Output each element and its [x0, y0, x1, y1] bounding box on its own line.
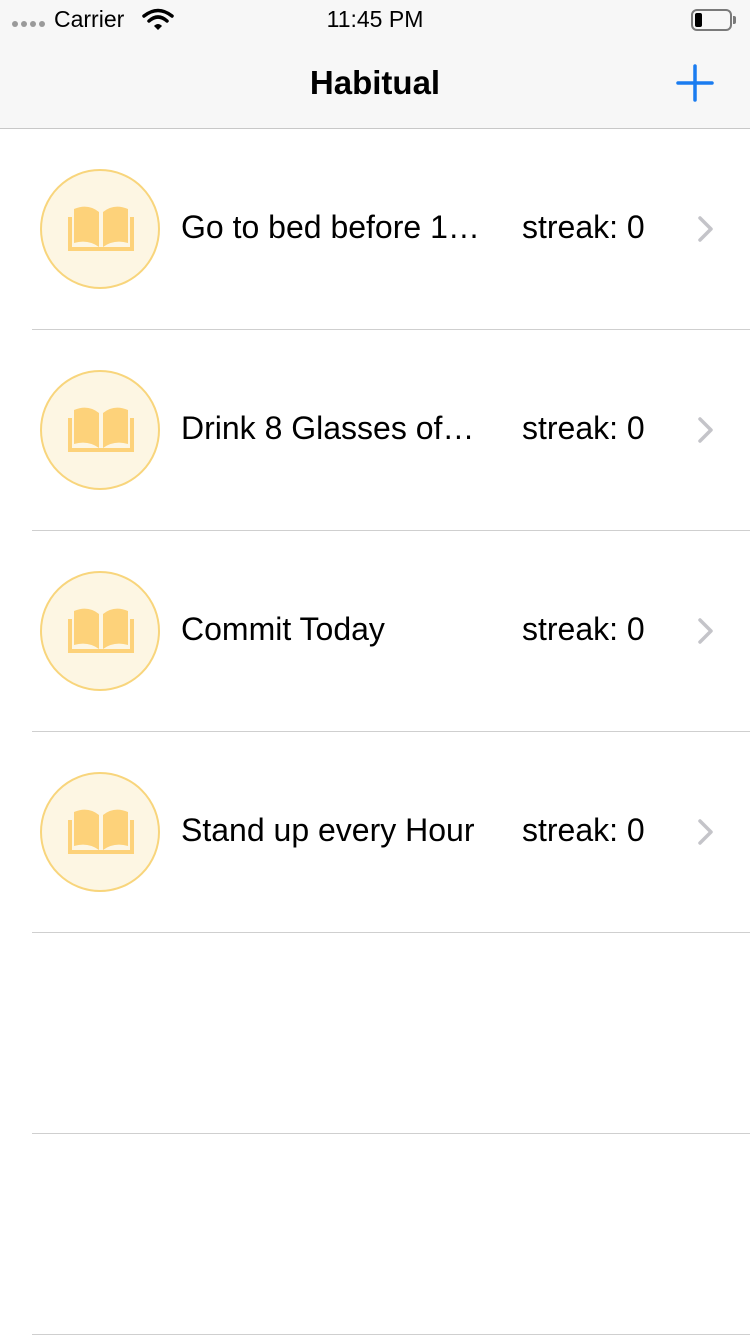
habit-list: Go to bed before 1… streak: 0 Drink 8 Gl… — [0, 129, 750, 1335]
clock: 11:45 PM — [326, 6, 424, 32]
habit-row[interactable]: Drink 8 Glasses of… streak: 0 — [0, 330, 750, 531]
habit-streak: streak: 0 — [522, 611, 645, 647]
book-icon — [68, 809, 134, 854]
empty-row — [0, 1134, 750, 1335]
habit-streak: streak: 0 — [522, 209, 645, 245]
chevron-right-icon — [698, 618, 713, 644]
habit-row[interactable]: Commit Today streak: 0 — [0, 531, 750, 732]
habit-avatar — [40, 571, 160, 691]
habit-name: Stand up every Hour — [181, 812, 475, 848]
empty-row — [0, 933, 750, 1134]
chevron-right-icon — [698, 417, 713, 443]
page-title: Habitual — [309, 64, 441, 101]
plus-icon — [676, 64, 714, 102]
habit-avatar — [40, 772, 160, 892]
chevron-right-icon — [698, 216, 713, 242]
habit-row[interactable]: Stand up every Hour streak: 0 — [0, 732, 750, 933]
habit-avatar — [40, 370, 160, 490]
habit-streak: streak: 0 — [522, 812, 645, 848]
habit-name: Drink 8 Glasses of… — [181, 410, 475, 446]
add-habit-button[interactable] — [674, 62, 716, 104]
book-icon — [68, 407, 134, 452]
status-bar: Carrier 11:45 PM — [0, 0, 750, 40]
habit-avatar — [40, 169, 160, 289]
navigation-bar: Habitual — [0, 40, 750, 129]
book-icon — [68, 206, 134, 251]
habit-row[interactable]: Go to bed before 1… streak: 0 — [0, 129, 750, 330]
habit-name: Go to bed before 1… — [181, 209, 480, 245]
battery-icon — [691, 9, 736, 31]
chevron-right-icon — [698, 819, 713, 845]
habit-streak: streak: 0 — [522, 410, 645, 446]
book-icon — [68, 608, 134, 653]
habit-name: Commit Today — [181, 611, 385, 647]
